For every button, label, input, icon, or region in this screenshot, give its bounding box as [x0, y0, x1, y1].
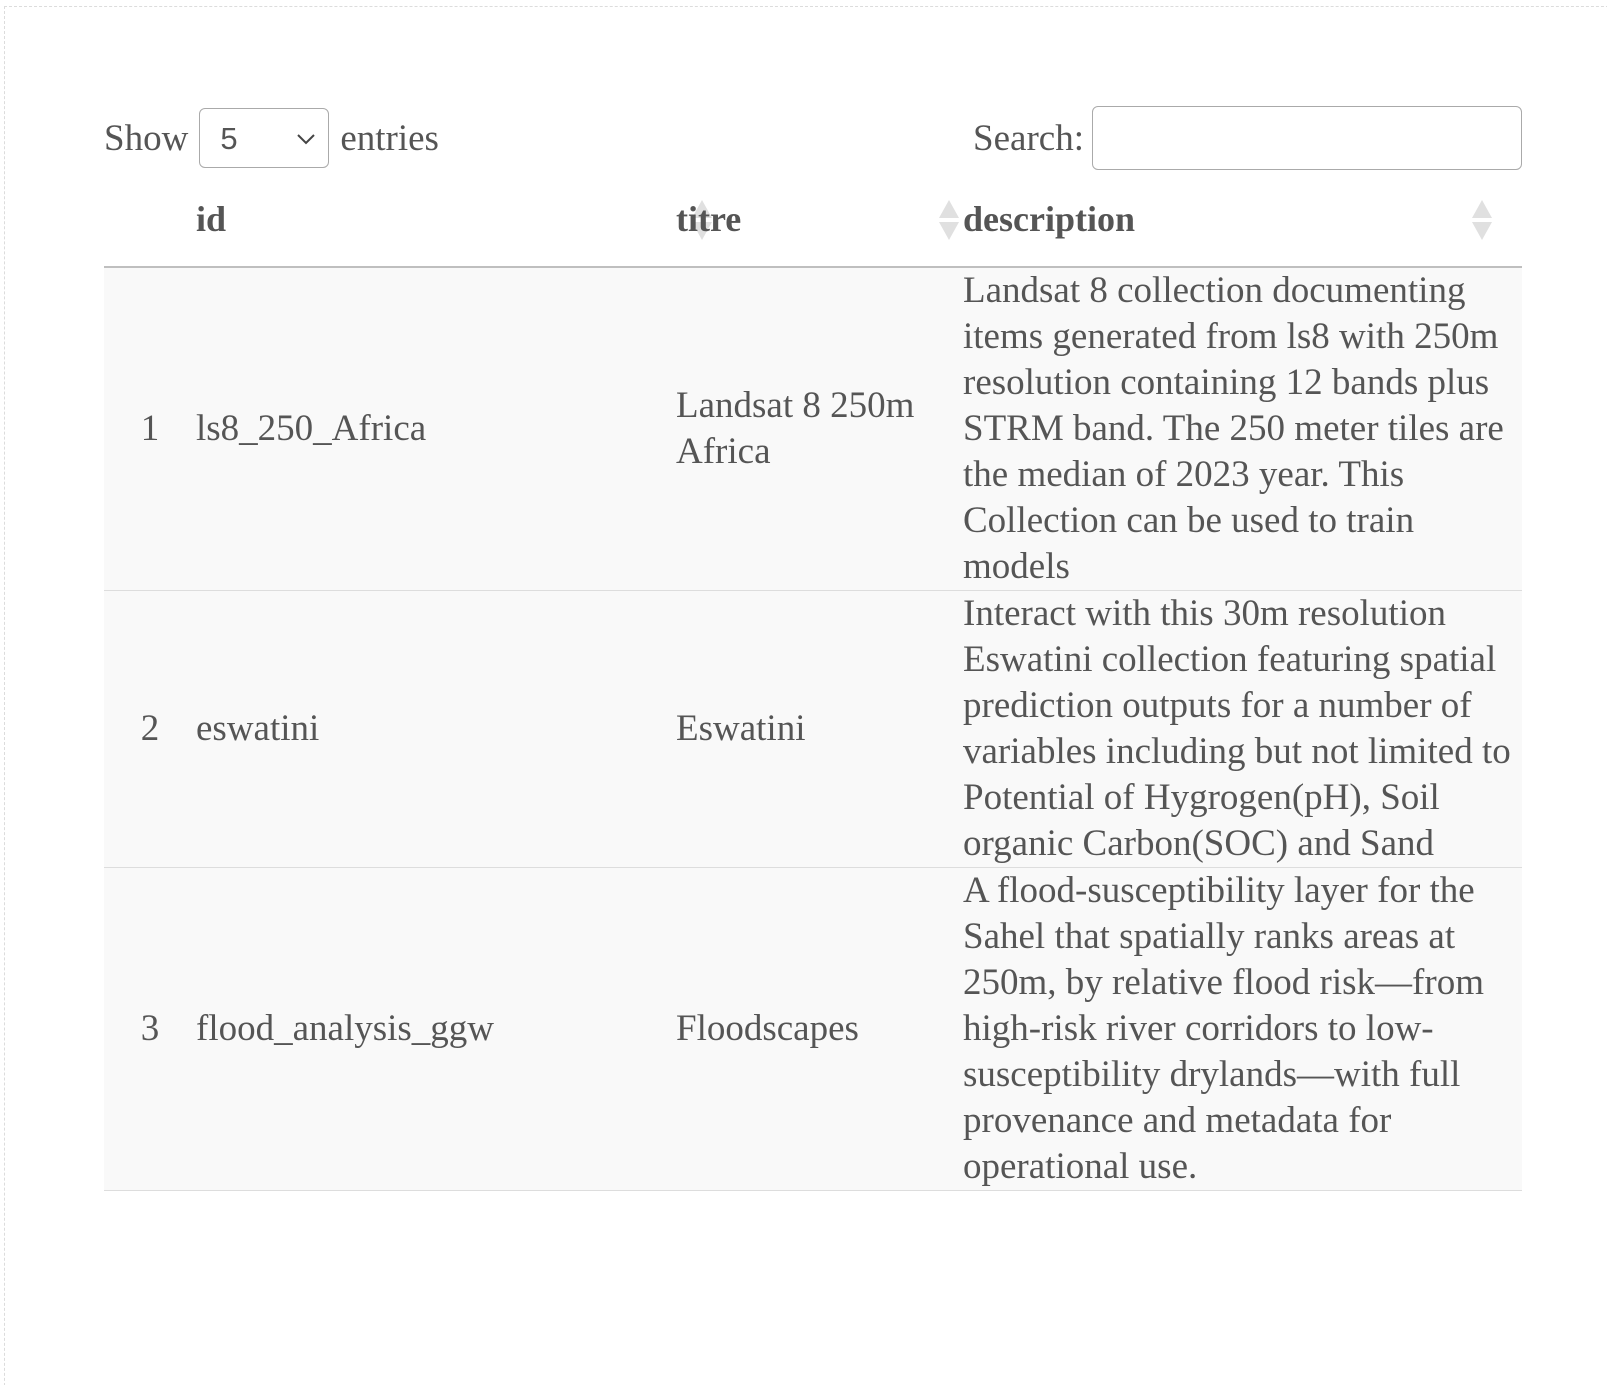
chevron-down-icon — [297, 134, 316, 145]
column-header-id[interactable]: id — [196, 178, 712, 268]
length-menu-suffix: entries — [340, 117, 439, 159]
sort-both-icon — [1472, 200, 1492, 240]
sort-both-icon — [939, 200, 959, 240]
row-number: 2 — [104, 590, 196, 868]
row-number: 3 — [104, 867, 196, 1191]
table-header-row: id titre description — [104, 178, 1522, 268]
cell-description: Landsat 8 collection documenting items g… — [963, 267, 1522, 591]
length-menu-prefix: Show — [104, 117, 189, 159]
column-header-rownames — [104, 178, 196, 268]
cell-titre: Eswatini — [676, 590, 963, 868]
search-input[interactable] — [1092, 106, 1522, 170]
cell-titre: Floodscapes — [676, 867, 963, 1191]
entries-select-value: 5 — [220, 121, 238, 156]
column-header-description[interactable]: description — [963, 178, 1522, 268]
length-menu: Show 5 entries — [104, 106, 439, 170]
data-table: id titre description 1 ls8_250_Africa La… — [104, 178, 1522, 1191]
search-label: Search: — [973, 117, 1084, 159]
cell-id: eswatini — [196, 590, 676, 868]
table-row[interactable]: 3 flood_analysis_ggw Floodscapes A flood… — [104, 867, 1522, 1191]
table-row[interactable]: 1 ls8_250_Africa Landsat 8 250m Africa L… — [104, 267, 1522, 591]
table-row[interactable]: 2 eswatini Eswatini Interact with this 3… — [104, 590, 1522, 868]
cell-id: flood_analysis_ggw — [196, 867, 676, 1191]
row-number: 1 — [104, 267, 196, 591]
column-header-label: id — [196, 199, 227, 239]
column-header-label: description — [963, 199, 1136, 239]
cell-description: A flood-susceptibility layer for the Sah… — [963, 867, 1522, 1191]
cell-description: Interact with this 30m resolution Eswati… — [963, 590, 1522, 868]
column-header-label: titre — [676, 199, 742, 239]
column-header-titre[interactable]: titre — [676, 178, 963, 268]
table-controls: Show 5 entries Search: — [104, 106, 1522, 170]
search-filter: Search: — [973, 106, 1522, 170]
cell-id: ls8_250_Africa — [196, 267, 676, 591]
entries-select[interactable]: 5 — [199, 108, 330, 168]
cell-titre: Landsat 8 250m Africa — [676, 267, 963, 591]
